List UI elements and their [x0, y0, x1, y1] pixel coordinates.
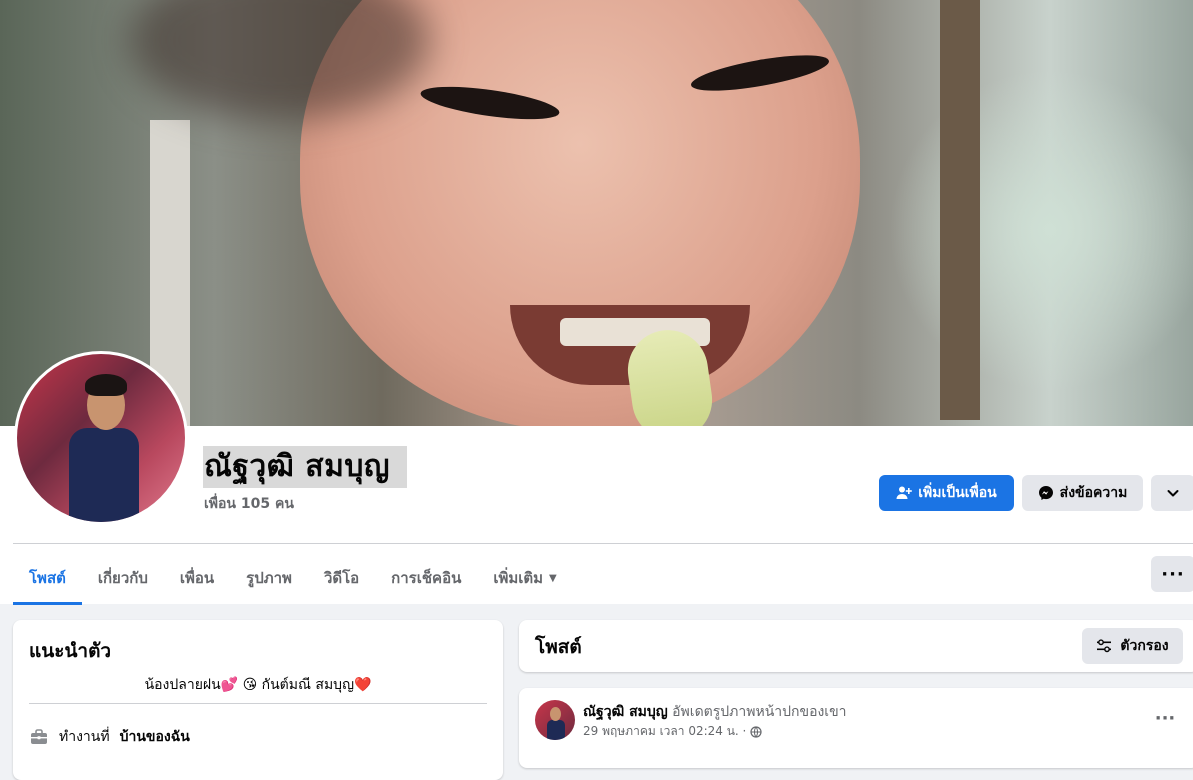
cover-photo[interactable] — [0, 0, 1193, 426]
filter-icon — [1096, 638, 1112, 654]
post-header-line: ณัฐวุฒิ สมบุญ อัพเดตรูปภาพหน้าปกของเขา — [583, 701, 847, 723]
tab-label: เพิ่มเติม — [493, 569, 544, 587]
post-action: อัพเดตรูปภาพหน้าปกของเขา — [672, 704, 847, 720]
tab-more[interactable]: เพิ่มเติม ▼ — [477, 552, 572, 604]
tab-friends[interactable]: เพื่อน — [164, 552, 230, 604]
intro-title: แนะนำตัว — [29, 640, 112, 662]
tab-photos[interactable]: รูปภาพ — [230, 552, 308, 604]
post-meta: 29 พฤษภาคม เวลา 02:24 น. · — [583, 722, 762, 741]
tab-label: เกี่ยวกับ — [97, 569, 148, 587]
post-card: ณัฐวุฒิ สมบุญ อัพเดตรูปภาพหน้าปกของเขา 2… — [519, 688, 1193, 768]
work-info: ทำงานที่ บ้านของฉัน — [29, 726, 190, 748]
work-place[interactable]: บ้านของฉัน — [120, 726, 190, 748]
tab-label: โพสต์ — [29, 569, 66, 587]
profile-tabs: โพสต์ เกี่ยวกับ เพื่อน รูปภาพ วิดีโอ การ… — [13, 552, 573, 605]
intro-bio: น้องปลายฝน💕 😘 กันต์มณี สมบุญ❤️ — [144, 677, 372, 693]
work-label: ทำงานที่ — [59, 729, 110, 745]
tab-label: การเช็คอิน — [391, 569, 462, 587]
message-label: ส่งข้อความ — [1059, 485, 1128, 501]
filter-label: ตัวกรอง — [1120, 638, 1169, 654]
tab-videos[interactable]: วิดีโอ — [308, 552, 375, 604]
friend-count[interactable]: เพื่อน 105 คน — [204, 493, 294, 515]
post-author[interactable]: ณัฐวุฒิ สมบุญ — [583, 704, 668, 720]
caret-down-icon: ▼ — [549, 572, 557, 584]
posts-title: โพสต์ — [535, 636, 582, 658]
post-more-button[interactable]: ··· — [1149, 702, 1181, 734]
posts-header-card: โพสต์ ตัวกรอง — [519, 620, 1193, 672]
post-avatar-head — [550, 707, 561, 721]
briefcase-icon — [29, 727, 49, 747]
profile-name: ณัฐวุฒิ สมบุญ — [204, 449, 390, 484]
more-options-button[interactable]: ··· — [1151, 556, 1193, 592]
chevron-down-icon — [1166, 486, 1180, 500]
tab-label: วิดีโอ — [323, 569, 360, 587]
tab-about[interactable]: เกี่ยวกับ — [82, 552, 164, 604]
intro-divider — [29, 703, 487, 704]
avatar-body — [69, 428, 139, 522]
add-friend-label: เพิ่มเป็นเพื่อน — [918, 485, 997, 501]
post-timestamp[interactable]: 29 พฤษภาคม เวลา 02:24 น. · — [583, 722, 746, 741]
header-divider — [13, 543, 1193, 544]
more-icon: ··· — [1154, 707, 1176, 729]
filter-button[interactable]: ตัวกรอง — [1082, 628, 1183, 664]
intro-card: แนะนำตัว น้องปลายฝน💕 😘 กันต์มณี สมบุญ❤️ … — [13, 620, 503, 780]
globe-icon — [750, 725, 762, 738]
avatar — [17, 354, 185, 522]
messenger-icon — [1038, 485, 1054, 501]
more-icon: ··· — [1161, 563, 1185, 585]
profile-picture[interactable] — [14, 351, 188, 525]
post-avatar-body — [547, 720, 565, 740]
post-author-avatar[interactable] — [535, 700, 575, 740]
tab-label: รูปภาพ — [246, 569, 292, 587]
message-button[interactable]: ส่งข้อความ — [1022, 475, 1143, 511]
tab-posts[interactable]: โพสต์ — [13, 552, 82, 605]
tab-label: เพื่อน — [179, 569, 215, 587]
avatar-hair — [85, 374, 127, 396]
cover-bg-tree — [940, 0, 980, 420]
add-friend-icon — [896, 485, 913, 501]
profile-options-dropdown[interactable] — [1151, 475, 1193, 511]
add-friend-button[interactable]: เพิ่มเป็นเพื่อน — [879, 475, 1014, 511]
tab-checkins[interactable]: การเช็คอิน — [375, 552, 477, 604]
